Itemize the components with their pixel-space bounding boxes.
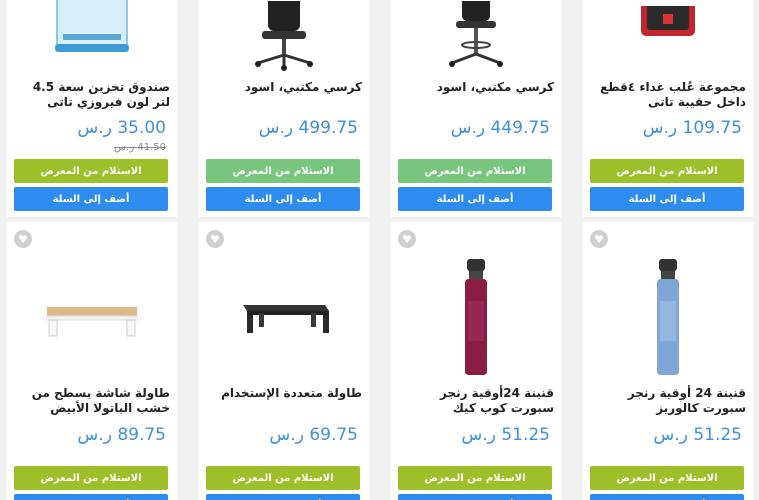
product-price: 51.25 ر.س (461, 425, 550, 445)
wishlist-heart-icon[interactable]: ♥ (14, 230, 32, 248)
wishlist-heart-icon[interactable]: ♥ (398, 230, 416, 248)
product-image[interactable] (390, 252, 562, 382)
product-price: 69.75 ر.س (269, 425, 358, 445)
pickup-button[interactable]: الاستلام من المعرض (398, 159, 552, 183)
product-title[interactable]: كرسي مكتبي، اسود (206, 80, 362, 95)
product-price: 51.25 ر.س (653, 425, 742, 445)
product-title[interactable]: كرسي مكتبي، اسود (398, 80, 554, 95)
pickup-button[interactable]: الاستلام من المعرض (14, 159, 168, 183)
product-image[interactable] (198, 0, 370, 72)
add-to-cart-button[interactable]: أضف إلى السلة (398, 187, 552, 211)
pickup-button[interactable]: الاستلام من المعرض (206, 466, 360, 490)
product-price: 499.75 ر.س (258, 118, 358, 138)
product-title[interactable]: قنينة 24 أوقية رنجر سبورت كالوريز (590, 386, 746, 416)
add-to-cart-button[interactable]: أضف إلى السلة (590, 187, 744, 211)
product-image[interactable] (6, 0, 178, 72)
wishlist-heart-icon[interactable]: ♥ (206, 230, 224, 248)
product-title[interactable]: مجموعة عُلب غداء ٤قطع داخل حقيبة تاتى (590, 80, 746, 110)
product-card[interactable]: صندوق تخزين سعة 4.5 لتر لون فيروزي تاتى … (6, 0, 178, 217)
product-price: 109.75 ر.س (642, 118, 742, 138)
product-title[interactable]: صندوق تخزين سعة 4.5 لتر لون فيروزي تاتى (14, 80, 170, 110)
pickup-button[interactable]: الاستلام من المعرض (590, 159, 744, 183)
product-image[interactable] (390, 0, 562, 72)
product-card[interactable]: ♥ طاولة متعددة الإستخدام 69.75 ر.س الاست… (198, 222, 370, 500)
pickup-button[interactable]: الاستلام من المعرض (206, 159, 360, 183)
product-price: 449.75 ر.س (450, 118, 550, 138)
product-image[interactable] (582, 252, 754, 382)
add-to-cart-button[interactable]: أضف إلى السلة (590, 494, 744, 500)
add-to-cart-button[interactable]: أضف إلى السلة (14, 494, 168, 500)
pickup-button[interactable]: الاستلام من المعرض (590, 466, 744, 490)
pickup-button[interactable]: الاستلام من المعرض (398, 466, 552, 490)
product-image[interactable] (6, 252, 178, 382)
product-card[interactable]: كرسي مكتبي، اسود 449.75 ر.س الاستلام من … (390, 0, 562, 217)
add-to-cart-button[interactable]: أضف إلى السلة (398, 494, 552, 500)
product-card[interactable]: ♥ قنينة 24 أوقية رنجر سبورت كالوريز 51.2… (582, 222, 754, 500)
product-old-price: 41.50 ر.س (113, 142, 166, 153)
product-image[interactable] (582, 0, 754, 72)
add-to-cart-button[interactable]: أضف إلى السلة (14, 187, 168, 211)
product-image[interactable] (198, 252, 370, 382)
product-title[interactable]: قنينة 24أوقية رنجر سبورت كوب كيك (398, 386, 554, 416)
add-to-cart-button[interactable]: أضف إلى السلة (206, 494, 360, 500)
product-card[interactable]: ♥ طاولة شاشة بسطح من خشب الباتولا الأبيض… (6, 222, 178, 500)
product-card[interactable]: كرسي مكتبي، اسود 499.75 ر.س الاستلام من … (198, 0, 370, 217)
product-grid: صندوق تخزين سعة 4.5 لتر لون فيروزي تاتى … (0, 0, 759, 500)
product-price: 35.00 ر.س (77, 118, 166, 138)
product-price: 89.75 ر.س (77, 425, 166, 445)
wishlist-heart-icon[interactable]: ♥ (590, 230, 608, 248)
product-card[interactable]: مجموعة عُلب غداء ٤قطع داخل حقيبة تاتى 10… (582, 0, 754, 217)
product-title[interactable]: طاولة شاشة بسطح من خشب الباتولا الأبيض (14, 386, 170, 416)
product-card[interactable]: ♥ قنينة 24أوقية رنجر سبورت كوب كيك 51.25… (390, 222, 562, 500)
product-title[interactable]: طاولة متعددة الإستخدام (206, 386, 362, 401)
pickup-button[interactable]: الاستلام من المعرض (14, 466, 168, 490)
add-to-cart-button[interactable]: أضف إلى السلة (206, 187, 360, 211)
